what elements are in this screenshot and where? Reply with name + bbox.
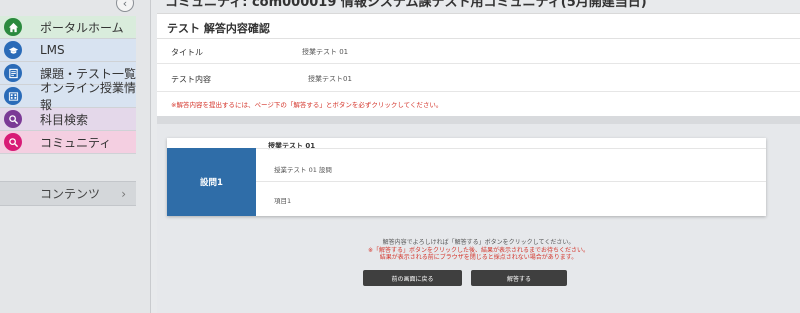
content-row: テスト内容 授業テスト01 <box>157 64 800 92</box>
question-text: 授業テスト 01 設問 <box>274 166 332 174</box>
content-key: テスト内容 <box>171 75 211 84</box>
instruction-line-3: 結果が表示される前にブラウザを閉じると採点されない場合があります。 <box>379 254 578 261</box>
question-number-label: 設問1 <box>167 148 256 216</box>
sidebar-item-lms[interactable]: LMS <box>0 39 136 62</box>
sidebar-item-label: コミュニティ <box>40 135 112 150</box>
question-header: 授業テスト 01 <box>167 138 766 150</box>
sidebar-item-portal-home[interactable]: ポータルホーム <box>0 16 136 39</box>
contents-label: コンテンツ <box>40 187 101 201</box>
question-header-text: 授業テスト 01 <box>268 142 316 150</box>
graduation-cap-icon <box>4 41 22 59</box>
chevron-left-icon[interactable]: ‹ <box>116 0 134 12</box>
question-card: 授業テスト 01 設問1 授業テスト 01 設問 項目1 <box>167 138 766 216</box>
submit-instructions: 解答内容でよろしければ「解答する」ボタンをクリックしてください。 ※「解答する」… <box>157 239 800 262</box>
chevron-right-icon: › <box>121 186 126 201</box>
answer-confirm-panel: テスト 解答内容確認 タイトル 授業テスト 01 テスト内容 授業テスト01 ※… <box>157 13 800 117</box>
page-title: コミュニティ: com000019 情報システム課テスト用コミュニティ(5月開建… <box>165 0 647 10</box>
sidebar-item-label: LMS <box>40 43 65 57</box>
sidebar-item-label: 科目検索 <box>40 112 89 127</box>
back-button[interactable]: 前の画面に戻る <box>363 270 462 286</box>
submit-answer-button[interactable]: 解答する <box>471 270 567 286</box>
video-grid-icon <box>4 87 22 105</box>
contents-button[interactable]: コンテンツ › <box>0 181 136 206</box>
sidebar-item-label: オンライン授業情報 <box>40 81 137 112</box>
divider <box>256 181 766 182</box>
community-search-icon <box>4 133 22 151</box>
section-divider <box>157 116 800 124</box>
home-icon <box>4 18 22 36</box>
submit-notice: ※解答内容を提出するには、ページ下の「解答する」とボタンを必ずクリックしてくださ… <box>171 101 443 109</box>
divider <box>256 148 766 149</box>
question-section: 授業テスト 01 設問1 授業テスト 01 設問 項目1 解答内容でよろしければ… <box>157 124 800 313</box>
sidebar-item-community[interactable]: コミュニティ <box>0 131 136 154</box>
answer-item: 項目1 <box>274 197 292 205</box>
sidebar-item-label: ポータルホーム <box>40 20 124 35</box>
main-area: コミュニティ: com000019 情報システム課テスト用コミュニティ(5月開建… <box>151 0 800 313</box>
sidebar-top: ‹ <box>0 0 150 16</box>
document-list-icon <box>4 64 22 82</box>
sidebar: ‹ ポータルホーム LMS 課題・テスト一覧 オンライン授業情報 科目検索 コミ… <box>0 0 151 313</box>
title-value: 授業テスト 01 <box>302 48 349 56</box>
instruction-line-1: 解答内容でよろしければ「解答する」ボタンをクリックしてください。 <box>382 239 575 246</box>
search-icon <box>4 110 22 128</box>
panel-heading: テスト 解答内容確認 <box>157 14 800 39</box>
title-key: タイトル <box>171 48 203 57</box>
sidebar-item-online-class[interactable]: オンライン授業情報 <box>0 81 136 112</box>
instruction-line-2: ※「解答する」ボタンをクリックした後、結果が表示されるまでお待ちください。 <box>367 246 590 254</box>
content-value: 授業テスト01 <box>308 75 352 83</box>
title-row: タイトル 授業テスト 01 <box>157 39 800 64</box>
